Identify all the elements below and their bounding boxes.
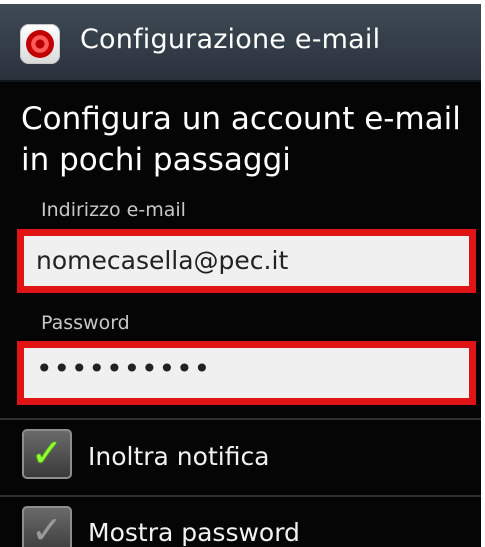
section-divider (0, 418, 481, 420)
show-password-checkbox[interactable]: ✓ (22, 506, 72, 547)
option-divider (0, 495, 481, 497)
password-field[interactable]: •••••••••• (17, 341, 476, 405)
title-bar-title: Configurazione e-mail (80, 24, 381, 55)
password-value: •••••••••• (36, 352, 212, 385)
show-password-label: Mostra password (88, 518, 300, 547)
email-field[interactable]: nomecasella@pec.it (17, 229, 476, 293)
email-app-icon (20, 24, 60, 64)
checkmark-icon: ✓ (31, 431, 63, 475)
checkmark-icon: ✓ (31, 508, 63, 547)
forward-notification-checkbox[interactable]: ✓ (22, 429, 72, 479)
forward-notification-label: Inoltra notifica (88, 442, 270, 471)
app-logo-ring (26, 30, 54, 58)
title-bar: Configurazione e-mail (0, 4, 481, 82)
setup-heading: Configura un account e-mail in pochi pas… (21, 101, 461, 178)
password-label: Password (41, 312, 130, 334)
email-value: nomecasella@pec.it (36, 246, 289, 275)
email-setup-screen: Configurazione e-mail Configura un accou… (0, 0, 485, 547)
email-label: Indirizzo e-mail (41, 199, 186, 221)
